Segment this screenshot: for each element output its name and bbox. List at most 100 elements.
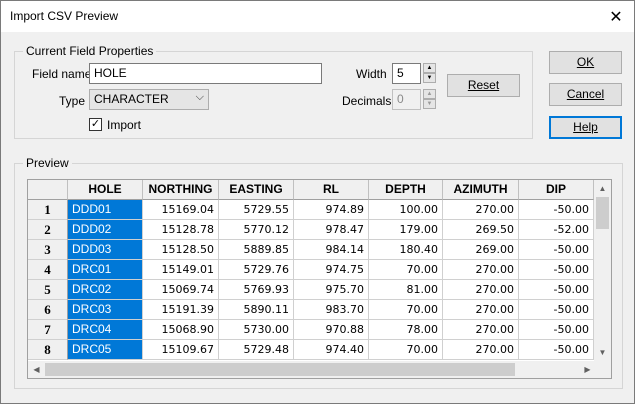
cell-easting[interactable]: 5729.55 (219, 200, 294, 220)
cell-dip[interactable]: -50.00 (519, 200, 594, 220)
table-row[interactable]: 1 DDD01 15169.04 5729.55 974.89 100.00 270.00-… (28, 200, 594, 220)
type-select[interactable]: CHARACTER ⌵ (89, 89, 209, 110)
cell-dip[interactable]: -52.00 (519, 220, 594, 240)
decimals-up-arrow-icon[interactable]: ▲ (423, 89, 436, 99)
cell-dip[interactable]: -50.00 (519, 320, 594, 340)
reset-button[interactable]: Reset (447, 74, 520, 97)
cell-northing[interactable]: 15128.78 (143, 220, 219, 240)
cell-easting[interactable]: 5730.00 (219, 320, 294, 340)
cell-dip[interactable]: -50.00 (519, 260, 594, 280)
cell-dip[interactable]: -50.00 (519, 300, 594, 320)
table-row[interactable]: 3 DDD03 15128.50 5889.85 984.14 180.40 269.00-… (28, 240, 594, 260)
cell-dip[interactable]: -50.00 (519, 240, 594, 260)
preview-grid[interactable]: HOLE NORTHING EASTING RL DEPTH AZIMUTH D… (27, 179, 612, 379)
cell-rl[interactable]: 984.14 (294, 240, 369, 260)
cell-hole[interactable]: DDD01 (68, 200, 143, 220)
table-row[interactable]: 8 DRC05 15109.67 5729.48 974.40 70.00 270.00 -5… (28, 340, 594, 360)
cell-northing[interactable]: 15109.67 (143, 340, 219, 360)
cell-hole[interactable]: DDD02 (68, 220, 143, 240)
cancel-button[interactable]: Cancel (549, 83, 622, 106)
import-checkbox[interactable]: ✓ (89, 118, 102, 131)
column-header-easting[interactable]: EASTING (219, 180, 294, 200)
cell-depth[interactable]: 180.40 (369, 240, 443, 260)
cell-northing[interactable]: 15149.01 (143, 260, 219, 280)
vertical-scroll-thumb[interactable] (596, 197, 609, 229)
cell-depth[interactable]: 179.00 (369, 220, 443, 240)
cell-azimuth[interactable]: 270.00 (443, 340, 519, 360)
cell-northing[interactable]: 15191.39 (143, 300, 219, 320)
row-header-cell[interactable]: 3 (28, 240, 68, 260)
table-row[interactable]: 2 DDD02 15128.78 5770.12 978.47 179.00 269.50-… (28, 220, 594, 240)
cell-azimuth[interactable]: 270.00 (443, 320, 519, 340)
cell-azimuth[interactable]: 270.00 (443, 280, 519, 300)
cell-depth[interactable]: 70.00 (369, 300, 443, 320)
cell-azimuth[interactable]: 270.00 (443, 260, 519, 280)
cell-northing[interactable]: 15169.04 (143, 200, 219, 220)
decimals-input[interactable]: 0 (392, 89, 421, 110)
cell-rl[interactable]: 983.70 (294, 300, 369, 320)
row-header-cell[interactable]: 6 (28, 300, 68, 320)
cell-depth[interactable]: 100.00 (369, 200, 443, 220)
cell-depth[interactable]: 78.00 (369, 320, 443, 340)
row-header-cell[interactable]: 4 (28, 260, 68, 280)
cell-easting[interactable]: 5729.48 (219, 340, 294, 360)
row-header-cell[interactable]: 2 (28, 220, 68, 240)
cell-rl[interactable]: 974.89 (294, 200, 369, 220)
cell-easting[interactable]: 5769.93 (219, 280, 294, 300)
cell-northing[interactable]: 15128.50 (143, 240, 219, 260)
table-row[interactable]: 6 DRC03 15191.39 5890.11 983.70 70.00 270.00 -5… (28, 300, 594, 320)
cell-easting[interactable]: 5729.76 (219, 260, 294, 280)
ok-button[interactable]: OK (549, 51, 622, 74)
close-icon[interactable]: ✕ (598, 1, 634, 32)
cell-northing[interactable]: 15068.90 (143, 320, 219, 340)
cell-azimuth[interactable]: 269.50 (443, 220, 519, 240)
column-header-dip[interactable]: DIP (519, 180, 594, 200)
cell-rl[interactable]: 974.40 (294, 340, 369, 360)
horizontal-scrollbar[interactable]: ◀ ▶ (28, 361, 596, 378)
cell-dip[interactable]: -50.00 (519, 280, 594, 300)
help-button[interactable]: Help (549, 116, 622, 139)
cell-rl[interactable]: 974.75 (294, 260, 369, 280)
cell-azimuth[interactable]: 269.00 (443, 240, 519, 260)
cell-depth[interactable]: 70.00 (369, 340, 443, 360)
cell-azimuth[interactable]: 270.00 (443, 200, 519, 220)
width-input[interactable]: 5 (392, 63, 421, 84)
scroll-up-icon[interactable]: ▲ (594, 180, 611, 197)
cell-easting[interactable]: 5770.12 (219, 220, 294, 240)
column-header-northing[interactable]: NORTHING (143, 180, 219, 200)
scroll-down-icon[interactable]: ▼ (594, 344, 611, 361)
row-header-cell[interactable]: 8 (28, 340, 68, 360)
cell-depth[interactable]: 81.00 (369, 280, 443, 300)
vertical-scrollbar[interactable]: ▲ ▼ (594, 180, 611, 361)
cell-rl[interactable]: 970.88 (294, 320, 369, 340)
table-row[interactable]: 7 DRC04 15068.90 5730.00 970.88 78.00 270.00 -5… (28, 320, 594, 340)
table-row[interactable]: 5 DRC02 15069.74 5769.93 975.70 81.00 270.00 -5… (28, 280, 594, 300)
decimals-down-arrow-icon[interactable]: ▼ (423, 99, 436, 109)
width-up-arrow-icon[interactable]: ▲ (423, 63, 436, 73)
column-header-rl[interactable]: RL (294, 180, 369, 200)
cell-azimuth[interactable]: 270.00 (443, 300, 519, 320)
row-header-cell[interactable]: 1 (28, 200, 68, 220)
row-header-cell[interactable]: 7 (28, 320, 68, 340)
row-header-cell[interactable]: 5 (28, 280, 68, 300)
cell-hole[interactable]: DRC03 (68, 300, 143, 320)
horizontal-scroll-thumb[interactable] (45, 363, 515, 376)
column-header-depth[interactable]: DEPTH (369, 180, 443, 200)
cell-northing[interactable]: 15069.74 (143, 280, 219, 300)
cell-easting[interactable]: 5889.85 (219, 240, 294, 260)
cell-hole[interactable]: DRC05 (68, 340, 143, 360)
scroll-left-icon[interactable]: ◀ (28, 361, 45, 378)
cell-hole[interactable]: DRC01 (68, 260, 143, 280)
cell-depth[interactable]: 70.00 (369, 260, 443, 280)
cell-hole[interactable]: DRC02 (68, 280, 143, 300)
field-name-input[interactable]: HOLE (89, 63, 322, 84)
cell-hole[interactable]: DRC04 (68, 320, 143, 340)
cell-hole[interactable]: DDD03 (68, 240, 143, 260)
table-row[interactable]: 4 DRC01 15149.01 5729.76 974.75 70.00 270.00 -5… (28, 260, 594, 280)
cell-rl[interactable]: 975.70 (294, 280, 369, 300)
cell-dip[interactable]: -50.00 (519, 340, 594, 360)
column-header-azimuth[interactable]: AZIMUTH (443, 180, 519, 200)
column-header-hole[interactable]: HOLE (68, 180, 143, 200)
cell-rl[interactable]: 978.47 (294, 220, 369, 240)
width-down-arrow-icon[interactable]: ▼ (423, 73, 436, 83)
